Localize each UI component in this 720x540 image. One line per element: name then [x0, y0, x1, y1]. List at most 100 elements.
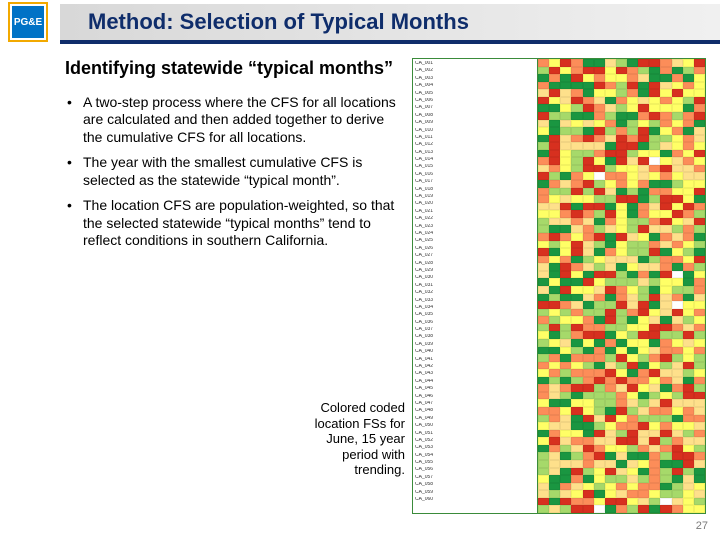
heatmap-cell [694, 430, 705, 438]
heatmap-row-label: CA_005 [415, 91, 535, 98]
heatmap-cell [660, 354, 671, 362]
heatmap-cell [683, 150, 694, 158]
heatmap-row-label: CA_020 [415, 201, 535, 208]
heatmap-cell [649, 331, 660, 339]
title-bar: Method: Selection of Typical Months [60, 4, 720, 40]
heatmap-cell [649, 430, 660, 438]
heatmap-row-label: CA_016 [415, 172, 535, 179]
heatmap-row-labels: CA_001CA_002CA_003CA_004CA_005CA_006CA_0… [413, 59, 537, 513]
heatmap-cell [583, 135, 594, 143]
heatmap-row-label: CA_014 [415, 157, 535, 164]
heatmap-cell [683, 331, 694, 339]
heatmap-cell [616, 468, 627, 476]
heatmap-cell [627, 430, 638, 438]
heatmap-cell [649, 301, 660, 309]
heatmap-cell [571, 331, 582, 339]
heatmap-cell [560, 195, 571, 203]
heatmap-cell [583, 59, 594, 67]
heatmap-cell [571, 150, 582, 158]
heatmap-cell [694, 112, 705, 120]
heatmap-cell [627, 142, 638, 150]
heatmap-cell [571, 286, 582, 294]
heatmap-cell [638, 286, 649, 294]
heatmap-cell [538, 331, 549, 339]
heatmap-cell [571, 278, 582, 286]
heatmap-cell [672, 460, 683, 468]
heatmap-cell [694, 468, 705, 476]
heatmap-cell [638, 483, 649, 491]
heatmap-cell [638, 67, 649, 75]
heatmap-row-label: CA_043 [415, 371, 535, 378]
heatmap-cell [605, 203, 616, 211]
heatmap-cell [627, 210, 638, 218]
heatmap-cell [672, 384, 683, 392]
heatmap-cell [560, 399, 571, 407]
heatmap-cell [583, 301, 594, 309]
heatmap-cell [694, 415, 705, 423]
heatmap-row-label: CA_042 [415, 364, 535, 371]
heatmap-cell [549, 362, 560, 370]
heatmap-cell [638, 120, 649, 128]
heatmap-cell [683, 392, 694, 400]
heatmap-cell [560, 241, 571, 249]
heatmap-cell [694, 195, 705, 203]
heatmap-cell [649, 248, 660, 256]
heatmap-cell [605, 248, 616, 256]
heatmap-cell [594, 271, 605, 279]
heatmap-cell [683, 89, 694, 97]
heatmap-cell [560, 120, 571, 128]
heatmap-cell [660, 377, 671, 385]
heatmap-cell [616, 392, 627, 400]
heatmap-cell [594, 286, 605, 294]
heatmap-cell [560, 505, 571, 513]
heatmap-cell [627, 399, 638, 407]
heatmap-cell [583, 172, 594, 180]
heatmap-cell [672, 331, 683, 339]
heatmap-cell [538, 445, 549, 453]
heatmap-cell [627, 233, 638, 241]
bullet-list: A two-step process where the CFS for all… [65, 94, 405, 250]
heatmap-cell [627, 203, 638, 211]
heatmap-cell [649, 112, 660, 120]
heatmap-cell [560, 67, 571, 75]
heatmap-cell [560, 142, 571, 150]
heatmap-cell [583, 165, 594, 173]
heatmap-cell [538, 89, 549, 97]
heatmap-row-label: CA_012 [415, 142, 535, 149]
heatmap-cell [638, 97, 649, 105]
heatmap-cell [683, 460, 694, 468]
heatmap-cell [605, 225, 616, 233]
heatmap-cell [660, 157, 671, 165]
heatmap-cell [638, 256, 649, 264]
heatmap-cell [594, 157, 605, 165]
heatmap-cell [683, 120, 694, 128]
heatmap-cell [538, 415, 549, 423]
heatmap-cell [571, 460, 582, 468]
heatmap-cell [560, 331, 571, 339]
heatmap-cell [594, 430, 605, 438]
heatmap-cell [627, 392, 638, 400]
heatmap-cell [560, 452, 571, 460]
heatmap-cell [560, 135, 571, 143]
heatmap-cell [560, 347, 571, 355]
heatmap-cell [638, 210, 649, 218]
heatmap-cell [660, 437, 671, 445]
heatmap-cell [627, 483, 638, 491]
heatmap-cell [638, 294, 649, 302]
heatmap-cell [683, 490, 694, 498]
heatmap-cell [616, 384, 627, 392]
heatmap-cell [638, 339, 649, 347]
heatmap-cell [549, 225, 560, 233]
heatmap-cell [694, 218, 705, 226]
heatmap-cell [672, 67, 683, 75]
heatmap-cell [627, 157, 638, 165]
heatmap-cell [672, 74, 683, 82]
heatmap-cell [571, 74, 582, 82]
heatmap-cell [638, 225, 649, 233]
heatmap-cell [660, 97, 671, 105]
heatmap-cell [538, 437, 549, 445]
heatmap-cell [694, 157, 705, 165]
heatmap-cell [694, 248, 705, 256]
heatmap-cell [549, 233, 560, 241]
heatmap-cell [571, 392, 582, 400]
